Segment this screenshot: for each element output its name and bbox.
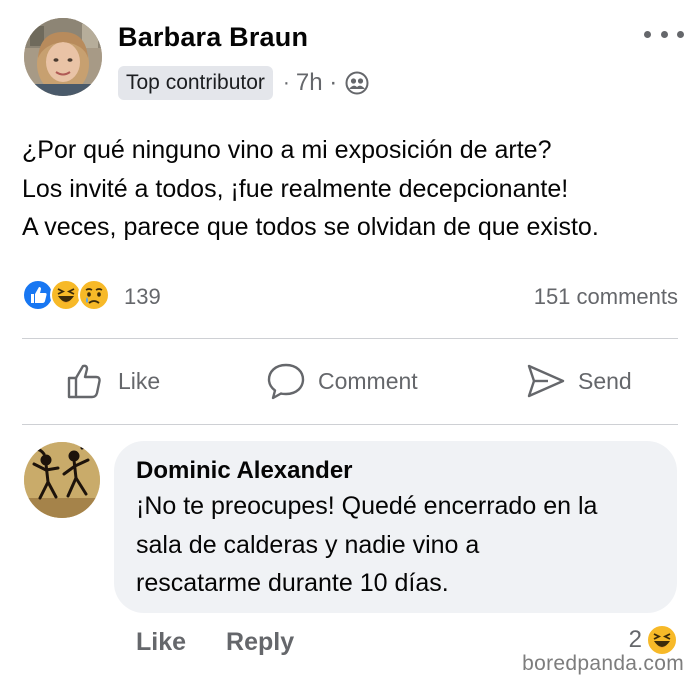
comment-button[interactable]: Comment <box>266 358 418 404</box>
divider <box>22 338 678 339</box>
thumbs-up-icon <box>67 364 101 399</box>
comment-count[interactable]: 151 comments <box>534 284 678 310</box>
post-text-line: ¿Por qué ninguno vino a mi exposición de… <box>22 136 552 164</box>
comment-bubble: Dominic Alexander ¡No te preocupes! Qued… <box>114 441 677 613</box>
comment-text: ¡No te preocupes! Quedé encerrado en la … <box>136 487 597 603</box>
send-icon <box>527 364 565 398</box>
watermark: boredpanda.com <box>522 652 684 675</box>
more-dot-icon <box>677 30 684 38</box>
post-text-line: A veces, parece que todos se olvidan de … <box>22 213 599 241</box>
comment-bubble-icon <box>267 363 305 400</box>
like-label: Like <box>118 367 161 394</box>
friends-icon[interactable] <box>345 71 369 95</box>
more-dot-icon <box>660 30 668 38</box>
top-contributor-badge[interactable]: Top contributor <box>118 66 273 100</box>
author-avatar-image <box>24 18 102 96</box>
commenter-avatar-image <box>24 442 100 518</box>
comment-text-line: rescatarme durante 10 días. <box>136 569 449 597</box>
comment-text-line: sala de calderas y nadie vino a <box>136 530 480 559</box>
reaction-count[interactable]: 139 <box>124 284 161 310</box>
comment-reply-button[interactable]: Reply <box>226 628 294 657</box>
like-button[interactable]: Like <box>66 358 160 404</box>
more-dot-icon <box>644 30 651 38</box>
author-name[interactable]: Barbara Braun <box>118 22 308 53</box>
comment-text-line: ¡No te preocupes! Quedé encerrado en la <box>136 492 598 520</box>
comment-reaction-count: 2 <box>628 626 642 653</box>
more-options-button[interactable] <box>644 22 684 46</box>
post-meta: Top contributor · 7h · <box>118 65 369 101</box>
post-action-bar: Like Comment Send <box>22 340 678 424</box>
author-avatar[interactable] <box>24 18 102 96</box>
post-header: Barbara Braun Top contributor · 7h · <box>24 18 684 101</box>
meta-separator: · <box>282 71 290 94</box>
commenter-name[interactable]: Dominic Alexander <box>136 457 353 485</box>
post-timestamp[interactable]: 7h · <box>296 69 337 97</box>
commenter-avatar[interactable] <box>24 442 100 518</box>
reaction-icons[interactable] <box>22 278 110 312</box>
comment-like-button[interactable]: Like <box>136 628 186 657</box>
post-text: ¿Por qué ninguno vino a mi exposición de… <box>22 131 682 247</box>
sad-reaction-icon <box>78 279 110 311</box>
divider <box>22 424 678 425</box>
comment-label: Comment <box>318 367 418 394</box>
reactions-summary: 139 151 comments <box>22 276 678 316</box>
comment-actions: Like Reply <box>136 624 294 660</box>
send-label: Send <box>578 367 632 394</box>
post-text-line: Los invité a todos, ¡fue realmente decep… <box>22 174 569 203</box>
send-button[interactable]: Send <box>526 358 632 404</box>
